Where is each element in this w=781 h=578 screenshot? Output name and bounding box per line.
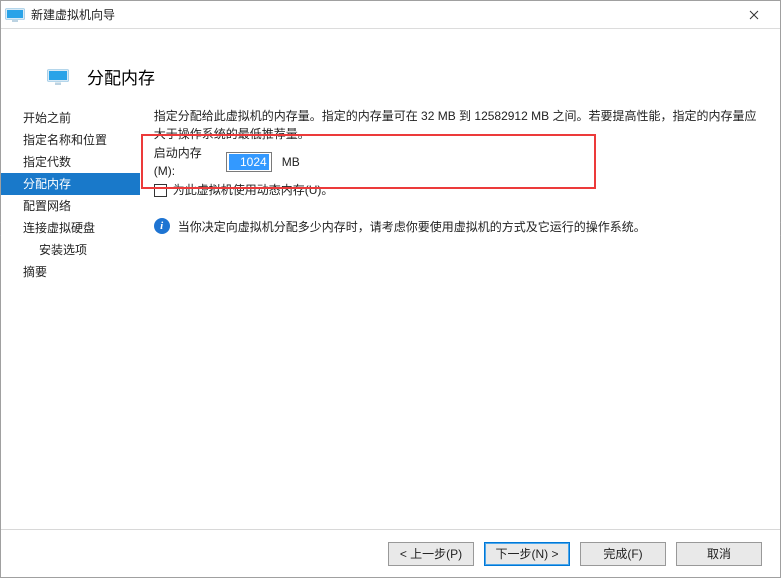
info-text: 当你决定向虚拟机分配多少内存时，请考虑你要使用虚拟机的方式及它运行的操作系统。 xyxy=(178,218,646,236)
monitor-icon xyxy=(47,69,69,85)
main-panel: 指定分配给此虚拟机的内存量。指定的内存量可在 32 MB 到 12582912 … xyxy=(140,107,780,529)
step-name-location[interactable]: 指定名称和位置 xyxy=(1,129,140,151)
wizard-footer: < 上一步(P) 下一步(N) > 完成(F) 取消 xyxy=(1,529,780,577)
dynamic-memory-checkbox[interactable] xyxy=(154,184,167,197)
startup-memory-input[interactable] xyxy=(226,152,272,172)
startup-memory-label: 启动内存(M): xyxy=(154,144,220,180)
info-icon: i xyxy=(154,218,170,234)
step-connect-vhd[interactable]: 连接虚拟硬盘 xyxy=(1,217,140,239)
titlebar: 新建虚拟机向导 xyxy=(1,1,780,29)
step-generation[interactable]: 指定代数 xyxy=(1,151,140,173)
window-title: 新建虚拟机向导 xyxy=(31,6,115,23)
wizard-steps-sidebar: 开始之前 指定名称和位置 指定代数 分配内存 配置网络 连接虚拟硬盘 安装选项 … xyxy=(1,107,140,529)
app-icon xyxy=(5,8,25,22)
step-install-options[interactable]: 安装选项 xyxy=(1,239,140,261)
cancel-button[interactable]: 取消 xyxy=(676,542,762,566)
page-title: 分配内存 xyxy=(87,64,155,89)
decor-connector-left xyxy=(0,222,1,236)
step-assign-memory[interactable]: 分配内存 xyxy=(1,173,140,195)
memory-unit: MB xyxy=(282,153,300,171)
wizard-window: 新建虚拟机向导 分配内存 开始之前 指定名称和位置 指定代数 分配内存 配置网络… xyxy=(0,0,781,578)
dynamic-memory-row[interactable]: 为此虚拟机使用动态内存(U)。 xyxy=(154,180,762,200)
dynamic-memory-label: 为此虚拟机使用动态内存(U)。 xyxy=(173,181,334,199)
finish-button[interactable]: 完成(F) xyxy=(580,542,666,566)
close-button[interactable] xyxy=(732,1,776,29)
startup-memory-row: 启动内存(M): 1024 MB xyxy=(154,151,762,173)
memory-description: 指定分配给此虚拟机的内存量。指定的内存量可在 32 MB 到 12582912 … xyxy=(154,107,762,143)
info-row: i 当你决定向虚拟机分配多少内存时，请考虑你要使用虚拟机的方式及它运行的操作系统… xyxy=(154,218,762,236)
step-summary[interactable]: 摘要 xyxy=(1,261,140,283)
wizard-body: 开始之前 指定名称和位置 指定代数 分配内存 配置网络 连接虚拟硬盘 安装选项 … xyxy=(1,107,780,529)
previous-button[interactable]: < 上一步(P) xyxy=(388,542,474,566)
next-button[interactable]: 下一步(N) > xyxy=(484,542,570,566)
step-configure-network[interactable]: 配置网络 xyxy=(1,195,140,217)
step-before-begin[interactable]: 开始之前 xyxy=(1,107,140,129)
page-header: 分配内存 xyxy=(1,29,780,107)
